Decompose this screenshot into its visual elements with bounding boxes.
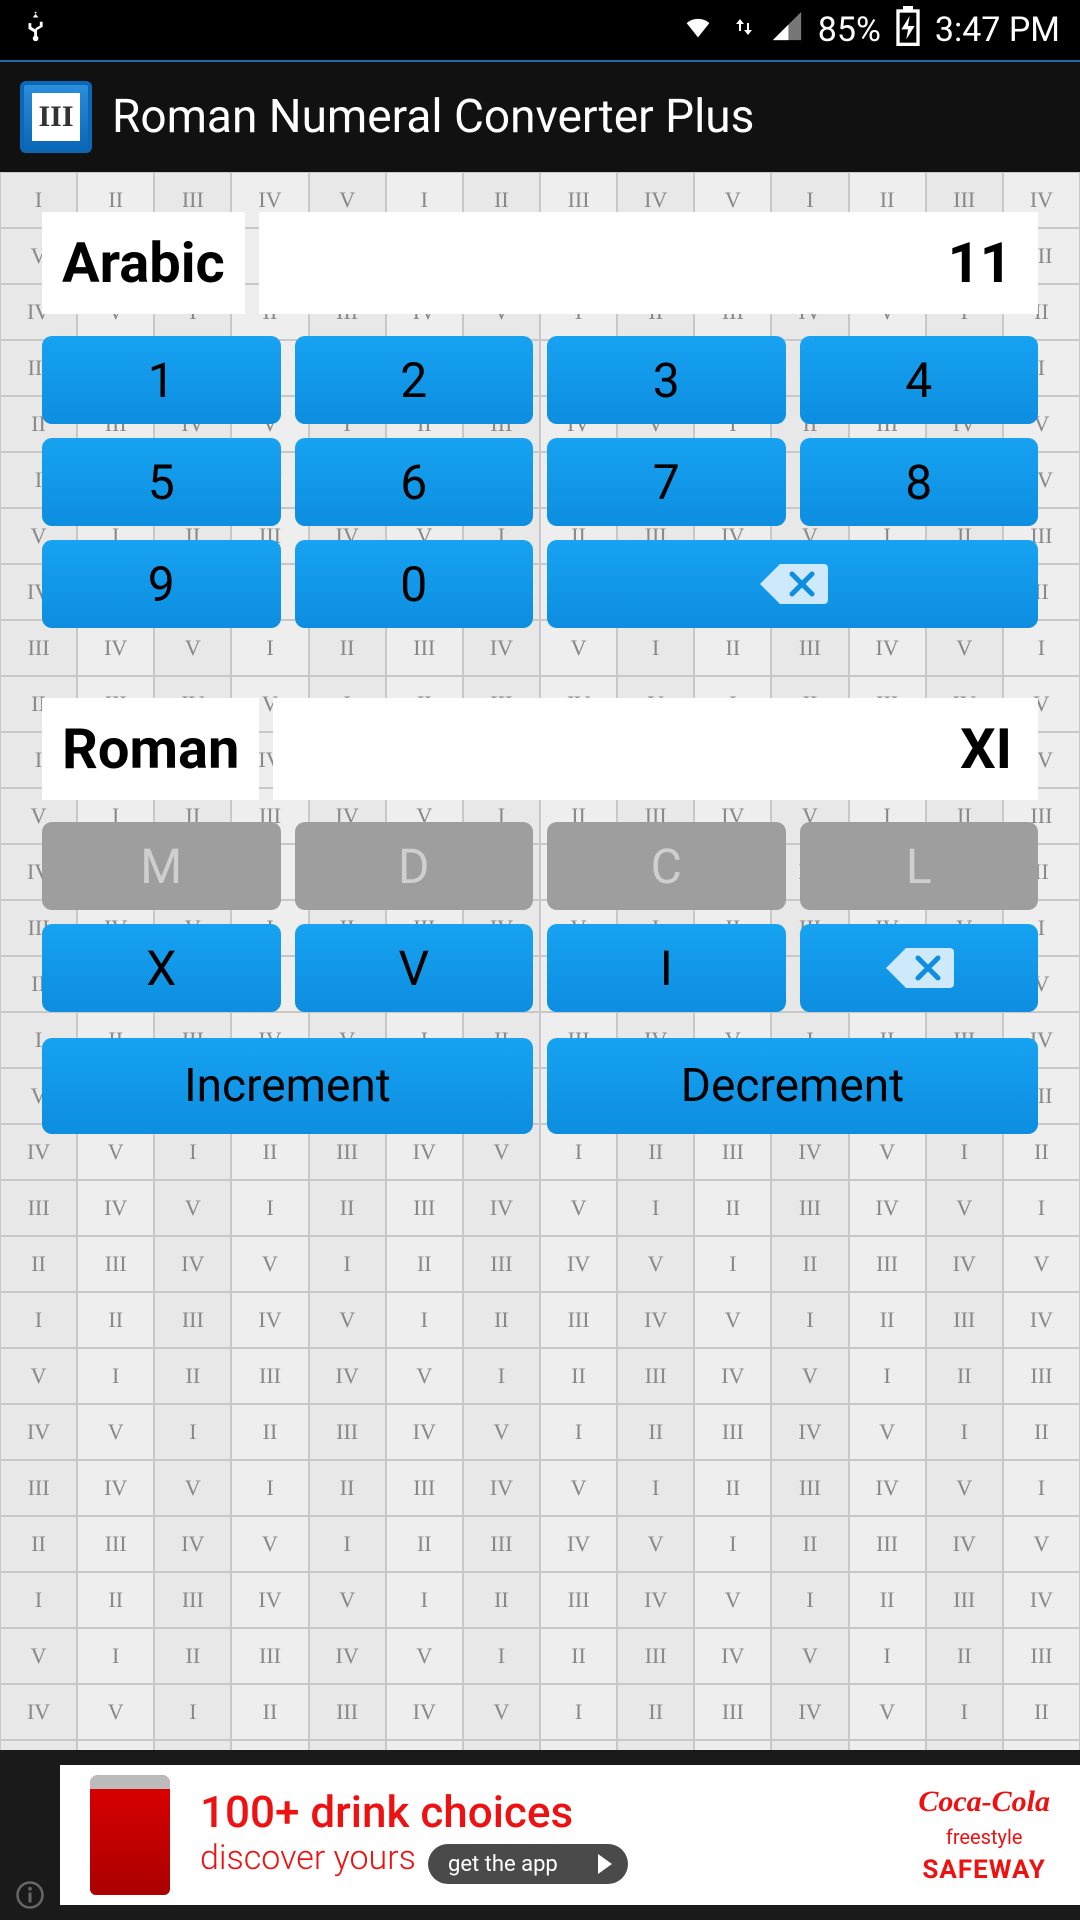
key-i[interactable]: I bbox=[547, 924, 786, 1012]
key-0[interactable]: 0 bbox=[295, 540, 534, 628]
key-9[interactable]: 9 bbox=[42, 540, 281, 628]
roman-keypad: M D C L X V I bbox=[42, 822, 1038, 1012]
coca-cola-logo: Coca-Cola bbox=[918, 1785, 1050, 1819]
key-8[interactable]: 8 bbox=[800, 438, 1039, 526]
app-icon: III bbox=[20, 81, 92, 153]
arabic-backspace-button[interactable] bbox=[547, 540, 1038, 628]
roman-value: XI bbox=[273, 698, 1038, 800]
freestyle-logo: freestyle bbox=[946, 1825, 1023, 1849]
backspace-icon bbox=[758, 562, 828, 606]
key-6[interactable]: 6 bbox=[295, 438, 534, 526]
ad-content[interactable]: 100+ drink choices discover yours get th… bbox=[60, 1765, 1080, 1905]
key-x[interactable]: X bbox=[42, 924, 281, 1012]
ad-subline: discover yours bbox=[200, 1838, 416, 1878]
ad-cta[interactable]: get the app bbox=[428, 1844, 628, 1884]
key-1[interactable]: 1 bbox=[42, 336, 281, 424]
key-7[interactable]: 7 bbox=[547, 438, 786, 526]
key-d: D bbox=[295, 822, 534, 910]
ad-product-image bbox=[90, 1775, 170, 1895]
app-title: Roman Numeral Converter Plus bbox=[112, 90, 754, 144]
svg-text:get the app: get the app bbox=[448, 1852, 558, 1877]
ad-headline: 100+ drink choices bbox=[200, 1786, 888, 1838]
arabic-value: 11 bbox=[259, 212, 1038, 314]
wifi-icon bbox=[678, 9, 718, 52]
battery-charging-icon bbox=[895, 6, 921, 55]
clock-time: 3:47 PM bbox=[935, 10, 1060, 50]
battery-percent: 85% bbox=[818, 10, 881, 50]
key-3[interactable]: 3 bbox=[547, 336, 786, 424]
key-5[interactable]: 5 bbox=[42, 438, 281, 526]
ad-brand-logos: Coca-Cola freestyle SAFEWAY bbox=[918, 1785, 1050, 1885]
ad-banner[interactable]: 100+ drink choices discover yours get th… bbox=[0, 1750, 1080, 1920]
key-c: C bbox=[547, 822, 786, 910]
key-m: M bbox=[42, 822, 281, 910]
arabic-keypad: 1 2 3 4 5 6 7 8 9 0 bbox=[42, 336, 1038, 628]
roman-label: Roman bbox=[42, 698, 259, 800]
key-v[interactable]: V bbox=[295, 924, 534, 1012]
cell-signal-icon bbox=[770, 9, 804, 52]
roman-display-row: Roman XI bbox=[42, 698, 1038, 800]
safeway-logo: SAFEWAY bbox=[922, 1855, 1045, 1885]
arabic-label: Arabic bbox=[42, 212, 245, 314]
increment-button[interactable]: Increment bbox=[42, 1038, 533, 1134]
usb-icon bbox=[20, 4, 54, 57]
arabic-display-row: Arabic 11 bbox=[42, 212, 1038, 314]
android-status-bar: 85% 3:47 PM bbox=[0, 0, 1080, 60]
roman-three-icon: III bbox=[32, 93, 80, 141]
app-header: III Roman Numeral Converter Plus bbox=[0, 60, 1080, 172]
key-2[interactable]: 2 bbox=[295, 336, 534, 424]
info-icon bbox=[15, 1880, 45, 1910]
key-4[interactable]: 4 bbox=[800, 336, 1039, 424]
backspace-icon bbox=[884, 946, 954, 990]
roman-backspace-button[interactable] bbox=[800, 924, 1039, 1012]
data-sync-icon bbox=[732, 10, 756, 50]
main-content: IIIIIIIVVIIIIIIIVVIIIIIIIVVIIIIIIIVVIIII… bbox=[0, 172, 1080, 1750]
decrement-button[interactable]: Decrement bbox=[547, 1038, 1038, 1134]
key-l: L bbox=[800, 822, 1039, 910]
action-row: Increment Decrement bbox=[42, 1038, 1038, 1134]
ad-info-button[interactable] bbox=[0, 1750, 60, 1920]
